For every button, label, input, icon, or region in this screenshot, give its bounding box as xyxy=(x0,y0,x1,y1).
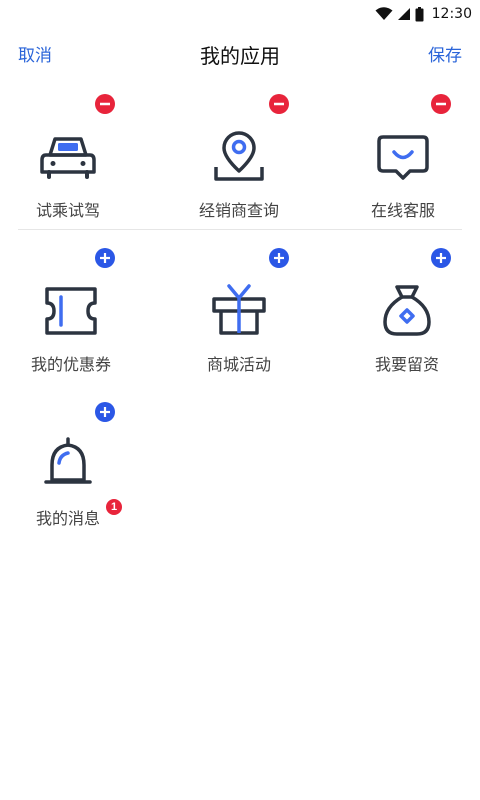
remove-badge[interactable] xyxy=(269,94,289,114)
add-badge[interactable] xyxy=(431,248,451,268)
my-apps-section: 试乘试驾 经销商查询 在线客服 xyxy=(0,0,480,230)
app-label: 在线客服 xyxy=(370,201,435,220)
remove-badge[interactable] xyxy=(431,94,451,114)
plus-icon xyxy=(274,253,284,263)
add-badge[interactable] xyxy=(95,248,115,268)
chat-smile-icon xyxy=(377,135,429,180)
plus-icon xyxy=(436,253,446,263)
app-label: 我要留资 xyxy=(374,355,439,374)
minus-icon xyxy=(436,102,446,106)
remove-badge[interactable] xyxy=(95,94,115,114)
add-badge[interactable] xyxy=(269,248,289,268)
app-tile-test-drive[interactable]: 试乘试驾 xyxy=(0,94,143,227)
app-tile-leave-info[interactable]: 我要留资 xyxy=(332,248,480,381)
app-label: 试乘试驾 xyxy=(35,201,100,220)
more-apps-section: 我的优惠券 商城活动 我要留资 我的消息 1 xyxy=(0,230,480,550)
minus-icon xyxy=(274,102,284,106)
message-count-badge: 1 xyxy=(106,499,122,515)
location-pin-icon xyxy=(214,131,264,181)
app-label: 我的优惠券 xyxy=(30,355,111,374)
app-tile-mall-activities[interactable]: 商城活动 xyxy=(164,248,314,381)
add-badge[interactable] xyxy=(95,402,115,422)
app-label: 经销商查询 xyxy=(198,201,279,220)
gift-icon xyxy=(212,284,266,335)
app-tile-my-messages[interactable]: 我的消息 1 xyxy=(0,402,143,535)
minus-icon xyxy=(100,102,110,106)
car-icon xyxy=(40,137,96,179)
app-tile-online-service[interactable]: 在线客服 xyxy=(328,94,478,227)
app-tile-dealer-search[interactable]: 经销商查询 xyxy=(164,94,314,227)
bell-icon xyxy=(44,437,92,484)
plus-icon xyxy=(100,407,110,417)
money-bag-icon xyxy=(383,285,431,336)
coupon-icon xyxy=(45,287,97,335)
plus-icon xyxy=(100,253,110,263)
app-tile-my-coupons[interactable]: 我的优惠券 xyxy=(0,248,146,381)
app-label: 商城活动 xyxy=(206,355,271,374)
